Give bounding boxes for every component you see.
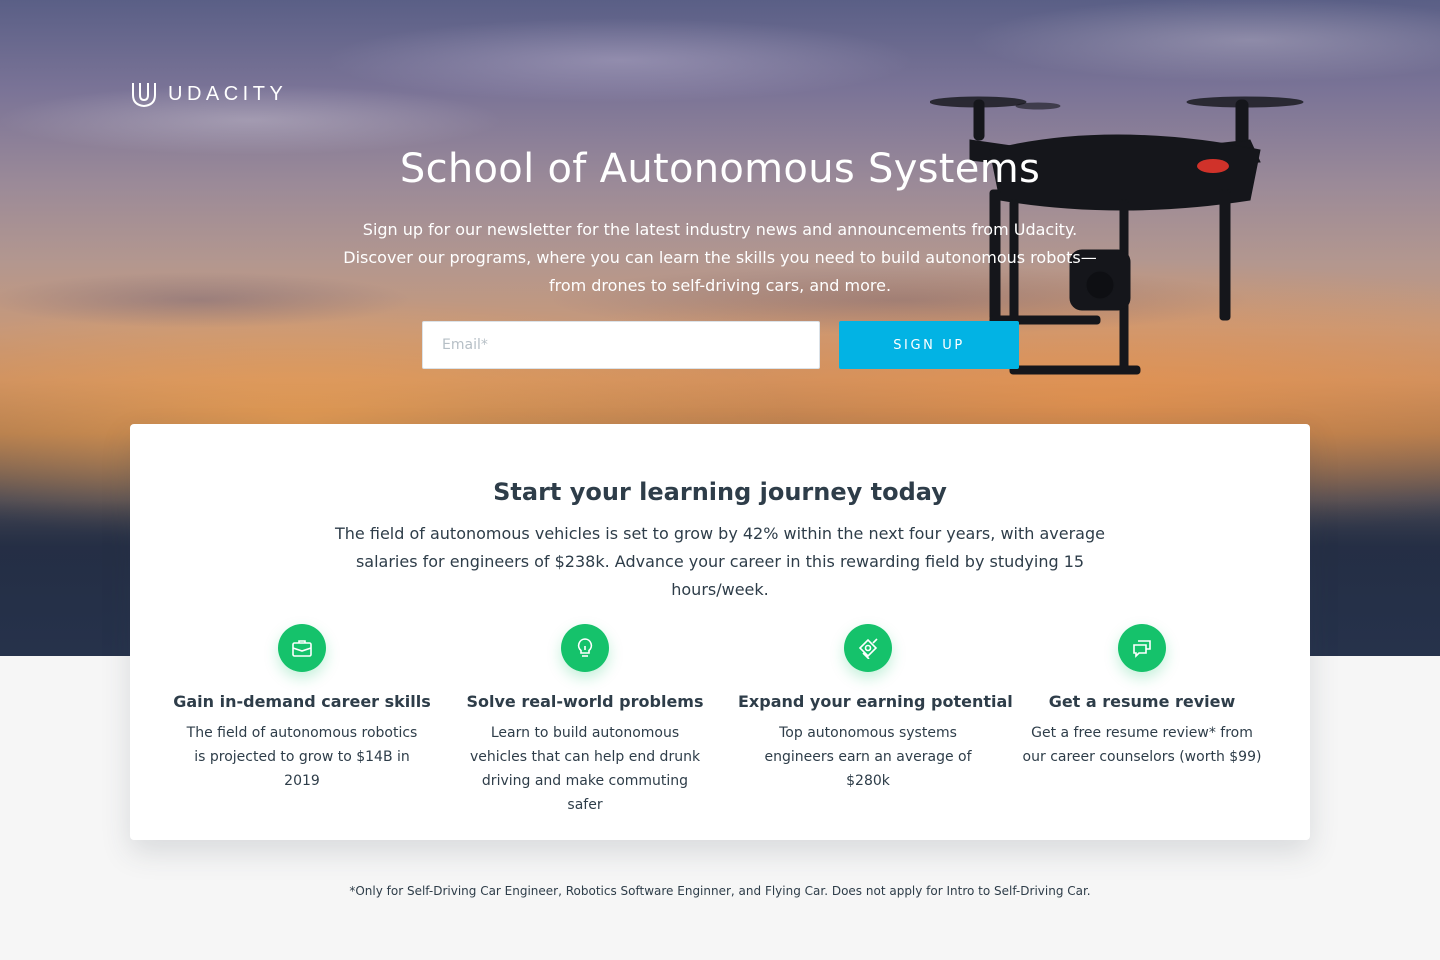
sign-up-button[interactable]: SIGN UP — [839, 321, 1019, 369]
feature-title: Solve real-world problems — [466, 692, 704, 711]
card-title: Start your learning journey today — [493, 478, 947, 506]
footnote: *Only for Self-Driving Car Engineer, Rob… — [349, 884, 1091, 898]
card-description: The field of autonomous vehicles is set … — [335, 524, 1105, 599]
lightbulb-icon — [561, 624, 609, 672]
hero-description: Sign up for our newsletter for the lates… — [343, 220, 1097, 295]
briefcase-icon — [278, 624, 326, 672]
udacity-logo-icon — [132, 83, 156, 108]
feature-description: The field of autonomous robotics is proj… — [186, 725, 418, 789]
money-icon — [844, 624, 892, 672]
feature-career-skills: Gain in-demand career skills The field o… — [172, 624, 432, 793]
chat-icon — [1118, 624, 1166, 672]
logo-text: UDACITY — [168, 82, 288, 105]
feature-description: Get a free resume review* from our caree… — [1022, 725, 1262, 765]
feature-description: Top autonomous systems engineers earn an… — [764, 725, 972, 789]
page-title: School of Autonomous Systems — [399, 146, 1041, 192]
udacity-logo[interactable]: UDACITY — [130, 80, 287, 108]
feature-resume-review: Get a resume review Get a free resume re… — [1012, 624, 1272, 769]
feature-title: Gain in-demand career skills — [173, 692, 431, 711]
feature-earning-potential: Expand your earning potential Top autono… — [738, 624, 1013, 793]
feature-title: Expand your earning potential — [738, 692, 1013, 711]
feature-real-world-problems: Solve real-world problems Learn to build… — [455, 624, 715, 817]
feature-title: Get a resume review — [1048, 692, 1236, 711]
benefits-card: Start your learning journey today The fi… — [130, 424, 1310, 840]
email-field[interactable] — [422, 321, 820, 369]
feature-description: Learn to build autonomous vehicles that … — [469, 725, 701, 813]
